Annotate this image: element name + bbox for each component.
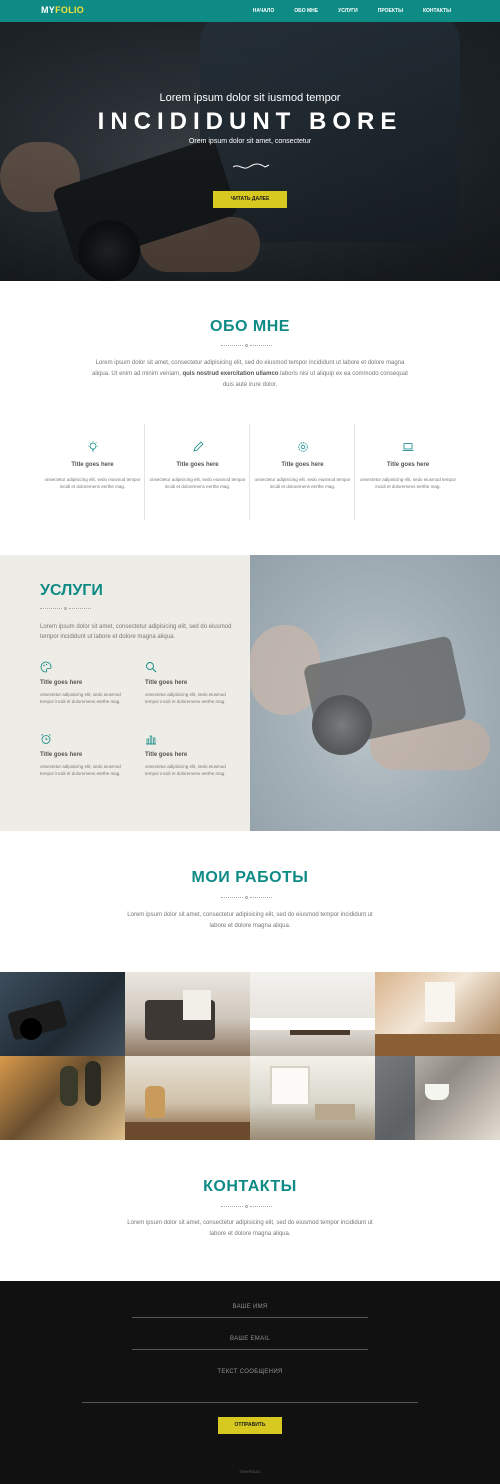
service-text: onsectetur adipisicing elit, sedo eiusmo… [40,692,121,704]
lightbulb-icon [87,441,98,452]
gallery-item-living-room[interactable] [250,972,375,1056]
gallery-item-cup[interactable] [375,1056,500,1140]
hero-title: INCIDIDUNT BORE [97,108,403,135]
feature-text: onsectetur adipisicing elit, sedo eiusmo… [254,477,351,489]
services-text: Lorem ipsum dolor sit amet, consectetur … [40,624,232,640]
services-photo-veil [250,555,500,831]
feature-text: onsectetur adipisicing elit, sedo eiusmo… [149,477,246,489]
service-text: onsectetur adipisicing elit, sedo eiusmo… [40,764,121,776]
hero-tagline: Orem ipsum dolor sit amet, consectetur [188,138,312,145]
top-navbar: MYFOLIO НАЧАЛО ОБО МНЕ УСЛУГИ ПРОЕКТЫ КО… [0,0,500,22]
service-title: Title goes here [40,680,83,686]
nav-item-projects[interactable]: ПРОЕКТЫ [378,0,403,22]
about-text-bold: quis nostrud exercitation ullamco [182,371,279,377]
feature-card: Title goes here onsectetur adipisicing e… [251,424,355,520]
service-item: Title goes here onsectetur adipisicing e… [145,661,235,705]
main-nav: НАЧАЛО ОБО МНЕ УСЛУГИ ПРОЕКТЫ КОНТАКТЫ [233,0,451,22]
about-title: ОБО МНЕ [210,318,290,335]
nav-item-contacts[interactable]: КОНТАКТЫ [423,0,451,22]
pencil-icon [192,441,204,452]
contacts-divider [221,1204,272,1209]
feature-card: Title goes here onsectetur adipisicing e… [41,424,145,520]
about-text: Lorem ipsum dolor sit amet, consectetur … [92,360,408,388]
nav-item-services[interactable]: УСЛУГИ [338,0,358,22]
works-divider [221,895,272,900]
services-panel: УСЛУГИ Lorem ipsum dolor sit amet, conse… [0,555,250,831]
hero-overlay [0,22,500,281]
name-input[interactable]: ВАШЕ ИМЯ [132,1304,368,1318]
feature-text: onsectetur adipisicing elit, sedo eiusmo… [359,477,457,489]
portfolio-gallery [0,972,500,1140]
palette-icon [40,661,52,673]
service-item: Title goes here onsectetur adipisicing e… [40,661,130,705]
magnifier-icon [146,662,157,673]
site-logo[interactable]: MYFOLIO [41,5,84,15]
feature-title: Title goes here [176,462,219,468]
feature-title: Title goes here [386,462,430,468]
works-title: МОИ РАБОТЫ [191,869,309,886]
gallery-item-window[interactable] [250,1056,375,1140]
about-divider [221,343,272,348]
service-text: onsectetur adipisicing elit, sedo eiusmo… [145,692,226,704]
gallery-item-typewriter[interactable] [125,972,250,1056]
feature-title: Title goes here [281,462,324,468]
service-title: Title goes here [145,752,188,758]
nav-item-about[interactable]: ОБО МНЕ [294,0,318,22]
email-input[interactable]: ВАШЕ EMAIL [132,1336,368,1350]
service-text: onsectetur adipisicing elit, sedo eiusmo… [145,764,226,776]
feature-text: onsectetur adipisicing elit, sedo eiusmo… [44,477,141,489]
services-title: УСЛУГИ [40,582,103,599]
gallery-item-coffee[interactable] [125,1056,250,1140]
services-section: УСЛУГИ Lorem ipsum dolor sit amet, conse… [0,555,500,831]
bar-chart-icon [146,735,156,745]
services-divider [40,606,91,611]
contacts-text: Lorem ipsum dolor sit amet, consectetur … [127,1220,373,1237]
feature-card: Title goes here onsectetur adipisicing e… [146,424,250,520]
service-title: Title goes here [145,680,188,686]
service-item: Title goes here onsectetur adipisicing e… [40,733,130,777]
feature-title: Title goes here [71,462,114,468]
logo-part-folio: FOLIO [55,5,85,15]
gallery-item-camera[interactable] [0,972,125,1056]
gallery-item-bottles[interactable] [0,1056,125,1140]
squiggle-ornament-icon [232,163,270,169]
logo-part-my: MY [41,5,56,15]
services-photo [250,555,500,831]
message-textarea[interactable]: ТЕКСТ СООБЩЕНИЯ [82,1369,418,1403]
send-button[interactable]: ОТПРАВИТЬ [218,1417,282,1434]
works-text: Lorem ipsum dolor sit amet, consectetur … [127,912,373,929]
gallery-item-interior[interactable] [375,972,500,1056]
hero-banner: Lorem ipsum dolor sit iusmod tempor INCI… [0,22,500,281]
laptop-icon [402,443,414,451]
contacts-title: КОНТАКТЫ [203,1178,297,1195]
feature-card: Title goes here onsectetur adipisicing e… [356,424,460,520]
copyright: ©MYFOLIO [239,1469,261,1474]
alarm-clock-icon [41,733,51,744]
service-item: Title goes here onsectetur adipisicing e… [145,733,235,777]
service-title: Title goes here [40,752,83,758]
gear-icon [297,442,308,452]
hero-subtitle: Lorem ipsum dolor sit iusmod tempor [159,92,341,104]
read-more-button[interactable]: ЧИТАТЬ ДАЛЕЕ [213,191,287,208]
nav-item-home[interactable]: НАЧАЛО [253,0,274,22]
